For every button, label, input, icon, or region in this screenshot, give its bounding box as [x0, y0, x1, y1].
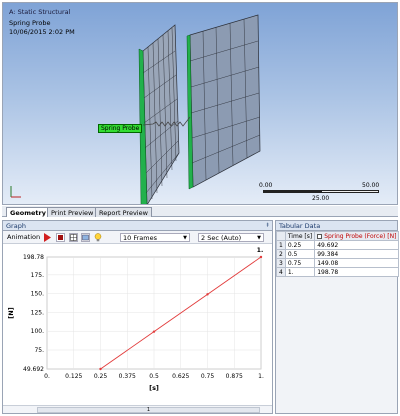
row-number: 2 [276, 249, 286, 259]
table-row[interactable]: 3 0.75 149.08 [276, 258, 400, 268]
x-tick-label: 0. [44, 373, 50, 380]
time-cell: 0.25 [284, 240, 316, 250]
frames-grid-icon[interactable] [69, 233, 78, 242]
tabular-panel-header: Tabular Data [276, 221, 397, 231]
y-axis-label: [N] [7, 307, 15, 318]
row-number: 1 [276, 240, 286, 250]
row-number: 3 [276, 258, 286, 268]
x-tick-label: 1. [258, 373, 264, 380]
x-tick-label: 0.75 [201, 373, 215, 380]
duration-select-value: 2 Sec (Auto) [201, 234, 242, 242]
graph-panel-header: Graph ⯒ [3, 221, 272, 231]
tab-geometry[interactable]: Geometry [6, 207, 50, 217]
right-plate [186, 14, 261, 190]
tab-report-preview[interactable]: Report Preview [95, 207, 152, 217]
tabular-data-panel: Tabular Data Time [s] Spring Probe (Forc… [275, 220, 400, 414]
pin-icon[interactable]: ⯒ [266, 221, 269, 231]
x-axis-label: [s] [149, 384, 159, 392]
time-cell: 0.75 [284, 258, 316, 268]
data-point [259, 255, 263, 259]
y-tick-label: 150. [31, 291, 44, 298]
checkbox-icon[interactable] [317, 233, 323, 239]
force-cell: 49.692 [314, 240, 400, 250]
y-tick-label: 75. [34, 347, 44, 354]
tab-print-preview[interactable]: Print Preview [47, 207, 98, 217]
tip-lightbulb-icon[interactable] [94, 233, 102, 242]
force-cell: 149.08 [314, 258, 400, 268]
graph-panel-title: Graph [6, 222, 26, 230]
scale-bar [263, 190, 379, 193]
axis-triad-icon [10, 186, 21, 198]
table-row[interactable]: 2 0.5 99.384 [276, 249, 400, 259]
table-header-row: Time [s] Spring Probe (Force) [N] [276, 231, 400, 241]
time-slider[interactable]: 1 [3, 405, 272, 413]
x-tick-label: 0.625 [172, 373, 189, 380]
scale-label-1: 25.00 [312, 195, 330, 202]
data-point [152, 330, 156, 333]
view-tabs: Geometry Print Preview Report Preview [2, 206, 398, 217]
force-cell: 198.78 [314, 267, 400, 277]
data-point [99, 367, 102, 371]
left-plate [138, 24, 180, 204]
force-cell: 99.384 [314, 249, 400, 259]
graph-panel: Graph ⯒ Animation 10 Frames ▼ 2 Sec (Aut… [2, 220, 273, 414]
x-tick-label: 0.25 [94, 373, 108, 380]
time-slider-value: 1 [37, 407, 260, 413]
frames-select-value: 10 Frames [123, 234, 157, 242]
duration-select[interactable]: 2 Sec (Auto) ▼ [198, 233, 264, 242]
table-row[interactable]: 4 1. 198.78 [276, 267, 400, 277]
col-time-header[interactable]: Time [s] [284, 231, 316, 241]
geometry-viewport[interactable]: A: Static Structural Spring Probe 10/06/… [2, 2, 398, 205]
chevron-down-icon: ▼ [257, 235, 261, 241]
animation-toolbar: Animation 10 Frames ▼ 2 Sec (Auto) ▼ [3, 231, 272, 244]
animation-label: Animation [7, 233, 41, 241]
y-tick-label: 125. [31, 309, 44, 316]
y-tick-label: 175. [31, 272, 44, 279]
y-tick-label: 198.78 [23, 254, 44, 261]
y-tick-label: 49.692 [23, 366, 44, 373]
scale-label-2: 50.00 [362, 182, 380, 189]
stop-icon[interactable] [56, 233, 65, 242]
current-time-annotation: 1. [257, 247, 263, 254]
spring-probe-label[interactable]: Spring Probe [98, 124, 143, 133]
row-number: 4 [276, 267, 286, 277]
x-tick-label: 0.5 [149, 373, 159, 380]
scale-label-0: 0.00 [259, 182, 273, 189]
tabular-panel-title: Tabular Data [279, 222, 321, 230]
col-force-header[interactable]: Spring Probe (Force) [N] [314, 231, 400, 241]
time-cell: 1. [284, 267, 316, 277]
force-time-chart[interactable]: 0. 0.125 0.25 0.375 0.5 0.625 0.75 0.875 1. 49.69… [3, 245, 272, 405]
model-graphic [138, 14, 261, 204]
table-row[interactable]: 1 0.25 49.692 [276, 240, 400, 250]
y-tick-label: 100. [31, 328, 44, 335]
x-tick-label: 0.375 [119, 373, 136, 380]
x-tick-label: 0.125 [65, 373, 82, 380]
frames-select[interactable]: 10 Frames ▼ [120, 233, 190, 242]
chevron-down-icon: ▼ [183, 235, 187, 241]
distributed-frames-icon[interactable] [81, 233, 90, 242]
tabular-data-table: Time [s] Spring Probe (Force) [N] 1 0.25… [276, 231, 400, 277]
x-tick-label: 0.875 [226, 373, 243, 380]
data-point [206, 293, 209, 296]
play-icon[interactable] [43, 233, 52, 242]
time-cell: 0.5 [284, 249, 316, 259]
